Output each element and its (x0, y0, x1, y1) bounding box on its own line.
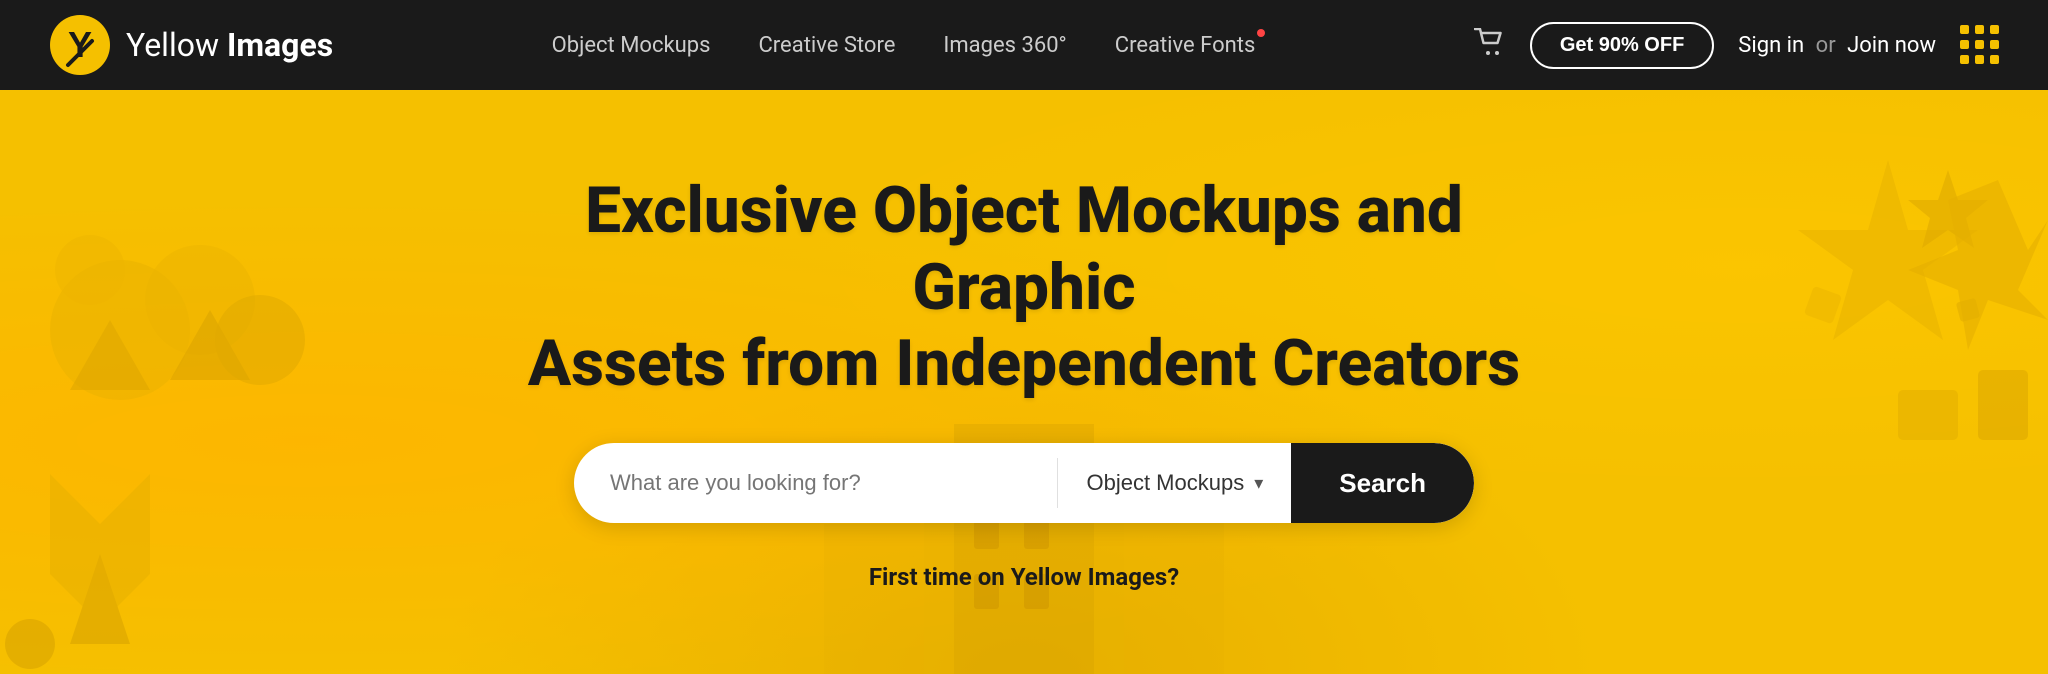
nav-right: Get 90% OFF Sign in or Join now (1474, 22, 2000, 69)
search-input[interactable] (574, 443, 1057, 523)
hero-title-line2: Assets from Independent Creators (528, 326, 1520, 401)
join-now-link[interactable]: Join now (1847, 33, 1936, 58)
grid-dot (1960, 40, 1969, 49)
auth-or: or (1816, 33, 1836, 58)
grid-dot (1975, 55, 1984, 64)
hero-title: Exclusive Object Mockups and Graphic Ass… (474, 173, 1574, 403)
nav-links: Object Mockups Creative Store Images 360… (373, 33, 1434, 58)
search-bar: Object Mockups ▾ Search (574, 443, 1474, 523)
grid-dot (1990, 55, 1999, 64)
grid-dot (1960, 25, 1969, 34)
search-category-label: Object Mockups (1086, 470, 1244, 496)
logo[interactable]: Y Yellow Images (48, 13, 333, 77)
search-category-dropdown[interactable]: Object Mockups ▾ (1058, 443, 1291, 523)
grid-dot (1975, 25, 1984, 34)
nav-link-creative-fonts[interactable]: Creative Fonts (1115, 33, 1256, 58)
nav-link-object-mockups[interactable]: Object Mockups (552, 33, 711, 58)
search-button[interactable]: Search (1291, 443, 1474, 523)
logo-text-regular: Yellow (126, 26, 219, 64)
nav-link-creative-store[interactable]: Creative Store (758, 33, 895, 58)
grid-dot (1990, 25, 1999, 34)
hero-section: Exclusive Object Mockups and Graphic Ass… (0, 90, 2048, 674)
hero-content: Exclusive Object Mockups and Graphic Ass… (0, 173, 2048, 591)
grid-dot (1960, 55, 1969, 64)
auth-links: Sign in or Join now (1738, 33, 1936, 58)
cart-icon[interactable] (1474, 28, 1506, 63)
chevron-down-icon: ▾ (1254, 473, 1263, 494)
hero-title-line1: Exclusive Object Mockups and Graphic (585, 173, 1463, 325)
logo-icon: Y (48, 13, 112, 77)
navbar: Y Yellow Images Object Mockups Creative … (0, 0, 2048, 90)
deal-button[interactable]: Get 90% OFF (1530, 22, 1714, 69)
sign-in-link[interactable]: Sign in (1738, 33, 1804, 58)
logo-text-bold: Images (227, 26, 333, 64)
logo-text: Yellow Images (126, 26, 333, 64)
nav-link-images-360[interactable]: Images 360° (943, 33, 1066, 58)
apps-menu-button[interactable] (1960, 25, 2000, 65)
hero-subtext: First time on Yellow Images? (869, 563, 1179, 591)
grid-dot (1975, 40, 1984, 49)
grid-dot (1990, 40, 1999, 49)
